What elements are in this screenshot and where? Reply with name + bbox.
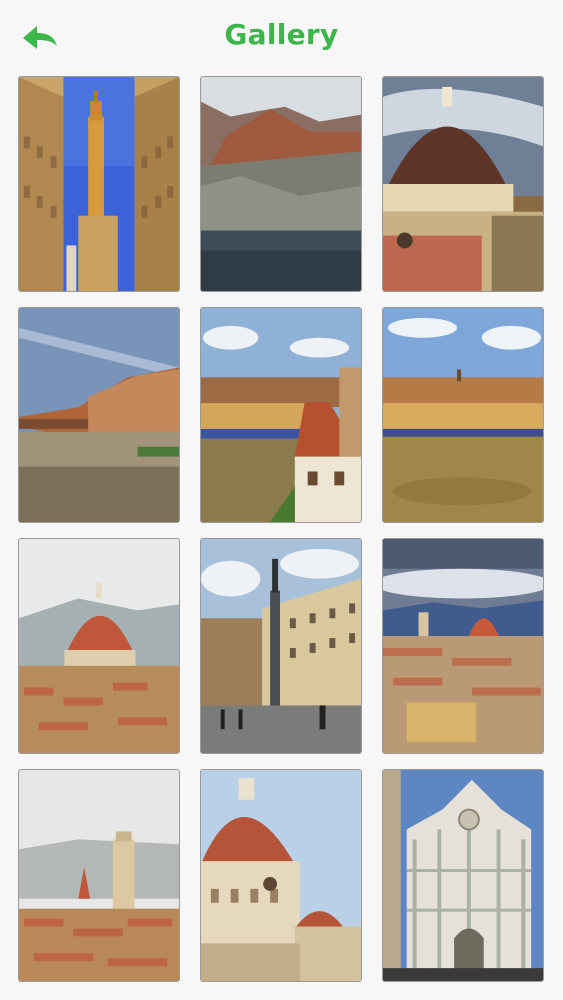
gallery-photo-piazza-column[interactable]	[200, 538, 362, 754]
photo-image	[201, 77, 361, 291]
photo-image	[19, 77, 179, 291]
gallery-photo-uffizi-tower[interactable]	[18, 76, 180, 292]
photo-image	[201, 539, 361, 753]
gallery-photo-duomo-closeup[interactable]	[200, 769, 362, 982]
photo-image	[19, 539, 179, 753]
gallery-photo-ponte-vecchio-rooftop[interactable]	[200, 307, 362, 523]
photo-image	[383, 308, 543, 522]
gallery-photo-duomo-skyline[interactable]	[18, 538, 180, 754]
photo-image	[19, 308, 179, 522]
gallery-photo-cathedral-facade[interactable]	[382, 769, 544, 982]
photo-image	[383, 77, 543, 291]
gallery-photo-bell-tower-skyline[interactable]	[18, 769, 180, 982]
gallery-photo-mountain-lake[interactable]	[200, 76, 362, 292]
gallery-photo-arno-river[interactable]	[18, 307, 180, 523]
photo-image	[383, 770, 543, 981]
page-title: Gallery	[224, 18, 339, 51]
gallery-photo-ponte-vecchio-river[interactable]	[382, 307, 544, 523]
header-bar: Gallery	[0, 0, 563, 76]
gallery-photo-duomo-aerial[interactable]	[382, 76, 544, 292]
gallery-photo-florence-cityscape[interactable]	[382, 538, 544, 754]
photo-image	[201, 770, 361, 981]
photo-image	[19, 770, 179, 981]
photo-image	[383, 539, 543, 753]
photo-image	[201, 308, 361, 522]
